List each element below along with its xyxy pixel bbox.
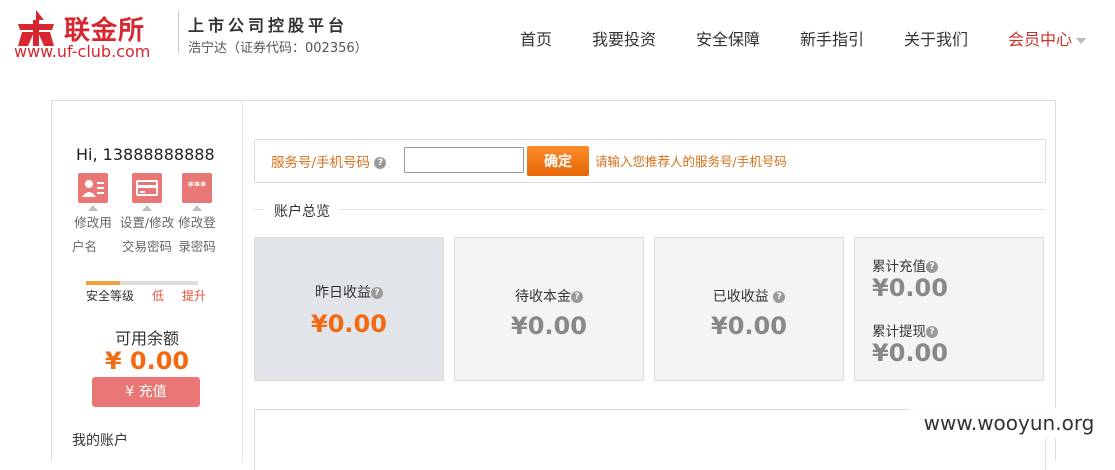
password-icon: *** [182,173,212,203]
card-value: ¥0.00 [311,310,387,338]
card-label-text: 待收本金 [515,289,571,305]
tool-label-line2: 录密码 [178,239,216,254]
recharge-total-label: 累计充值? [872,255,938,275]
security-label: 安全等级 [86,289,135,303]
card-label: 待收本金? [455,286,643,306]
edit-username-button[interactable]: 修改用 户名 [65,173,121,259]
nav-member-center-label: 会员中心 [1008,30,1073,49]
referrer-label-text: 服务号/手机号码 [271,155,371,171]
nav-member-center[interactable]: 会员中心 [1008,26,1087,50]
watermark: www.wooyun.org [909,408,1109,438]
user-card-icon [78,173,108,203]
card-label: 昨日收益? [255,282,443,302]
password-glyph: *** [187,179,207,193]
header-divider [178,10,179,54]
recharge-button[interactable]: ¥ 充值 [92,377,200,407]
help-icon[interactable]: ? [371,287,383,299]
security-level: 低 [152,289,165,303]
nav-security[interactable]: 安全保障 [696,26,760,50]
login-password-button[interactable]: *** 修改登 录密码 [169,173,225,259]
tool-label-line1: 修改用 [74,215,112,230]
referrer-label: 服务号/手机号码 ? [271,151,387,171]
trade-password-button[interactable]: 设置/修改 交易密码 [119,173,175,259]
card-value: ¥0.00 [711,312,787,340]
card-yesterday-income: 昨日收益? ¥0.00 [254,237,444,381]
chevron-down-icon [1076,37,1087,44]
card-label: 已收收益 ? [655,286,843,306]
my-account-heading[interactable]: 我的账户 [72,430,128,450]
tool-label-line2: 交易密码 [121,239,172,254]
card-value: ¥0.00 [511,312,587,340]
card-label-text: 昨日收益 [315,285,371,301]
tool-label: 修改登 录密码 [169,211,225,259]
overview-title: 账户总览 [264,201,340,221]
available-balance-value: ¥ 0.00 [104,347,190,375]
card-pending-principal: 待收本金? ¥0.00 [454,237,644,381]
tagline: 上市公司控股平台 [188,16,349,35]
referrer-panel: 服务号/手机号码 ? 确定 请输入您推荐人的服务号/手机号码 [254,139,1046,183]
card-totals: 累计充值? ¥0.00 累计提现? ¥0.00 [854,237,1044,381]
security-upgrade-link[interactable]: 提升 [182,287,206,304]
help-icon[interactable]: ? [926,261,938,273]
help-icon[interactable]: ? [571,291,583,303]
help-icon[interactable]: ? [374,157,387,169]
referrer-hint: 请输入您推荐人的服务号/手机号码 [595,154,787,169]
site-header: 联金所 www.uf-club.com 上市公司控股平台 浩宁达（证券代码：00… [0,0,1115,72]
tool-label: 设置/修改 交易密码 [119,211,175,259]
withdraw-total-label-text: 累计提现 [872,324,926,340]
security-level-bar [86,281,198,285]
recharge-total-label-text: 累计充值 [872,259,926,275]
overview-divider [254,209,1044,210]
tool-label-line2: 户名 [72,239,98,254]
logo-url: www.uf-club.com [14,42,151,61]
security-level-fill [86,281,120,285]
nav-guide[interactable]: 新手指引 [800,26,864,50]
tool-label-line1: 修改登 [178,215,216,230]
referrer-input[interactable] [404,147,524,173]
card-received-income: 已收收益 ? ¥0.00 [654,237,844,381]
credit-card-icon [132,173,162,203]
card-label-text: 已收收益 [712,289,769,305]
available-balance-label: 可用余额 [114,329,179,348]
account-frame: Hi, 13888888888 修改用 户名 设置/修改 交易密码 *** 修改… [51,100,1056,470]
withdraw-total-value: ¥0.00 [872,339,948,367]
tool-label-line1: 设置/修改 [119,215,175,230]
withdraw-total-label: 累计提现? [872,320,938,340]
help-icon[interactable]: ? [926,326,938,338]
nav-about[interactable]: 关于我们 [904,26,968,50]
tool-label: 修改用 户名 [65,211,121,259]
help-icon[interactable]: ? [773,291,786,303]
stock-code: 浩宁达（证券代码：002356） [188,41,368,56]
site-logo[interactable]: 联金所 www.uf-club.com [14,8,174,64]
nav-invest[interactable]: 我要投资 [592,26,656,50]
recharge-total-value: ¥0.00 [872,274,948,302]
confirm-button[interactable]: 确定 [527,146,589,176]
sidebar: Hi, 13888888888 修改用 户名 设置/修改 交易密码 *** 修改… [52,101,243,461]
user-greeting: Hi, 13888888888 [76,145,215,164]
nav-home[interactable]: 首页 [520,26,552,50]
